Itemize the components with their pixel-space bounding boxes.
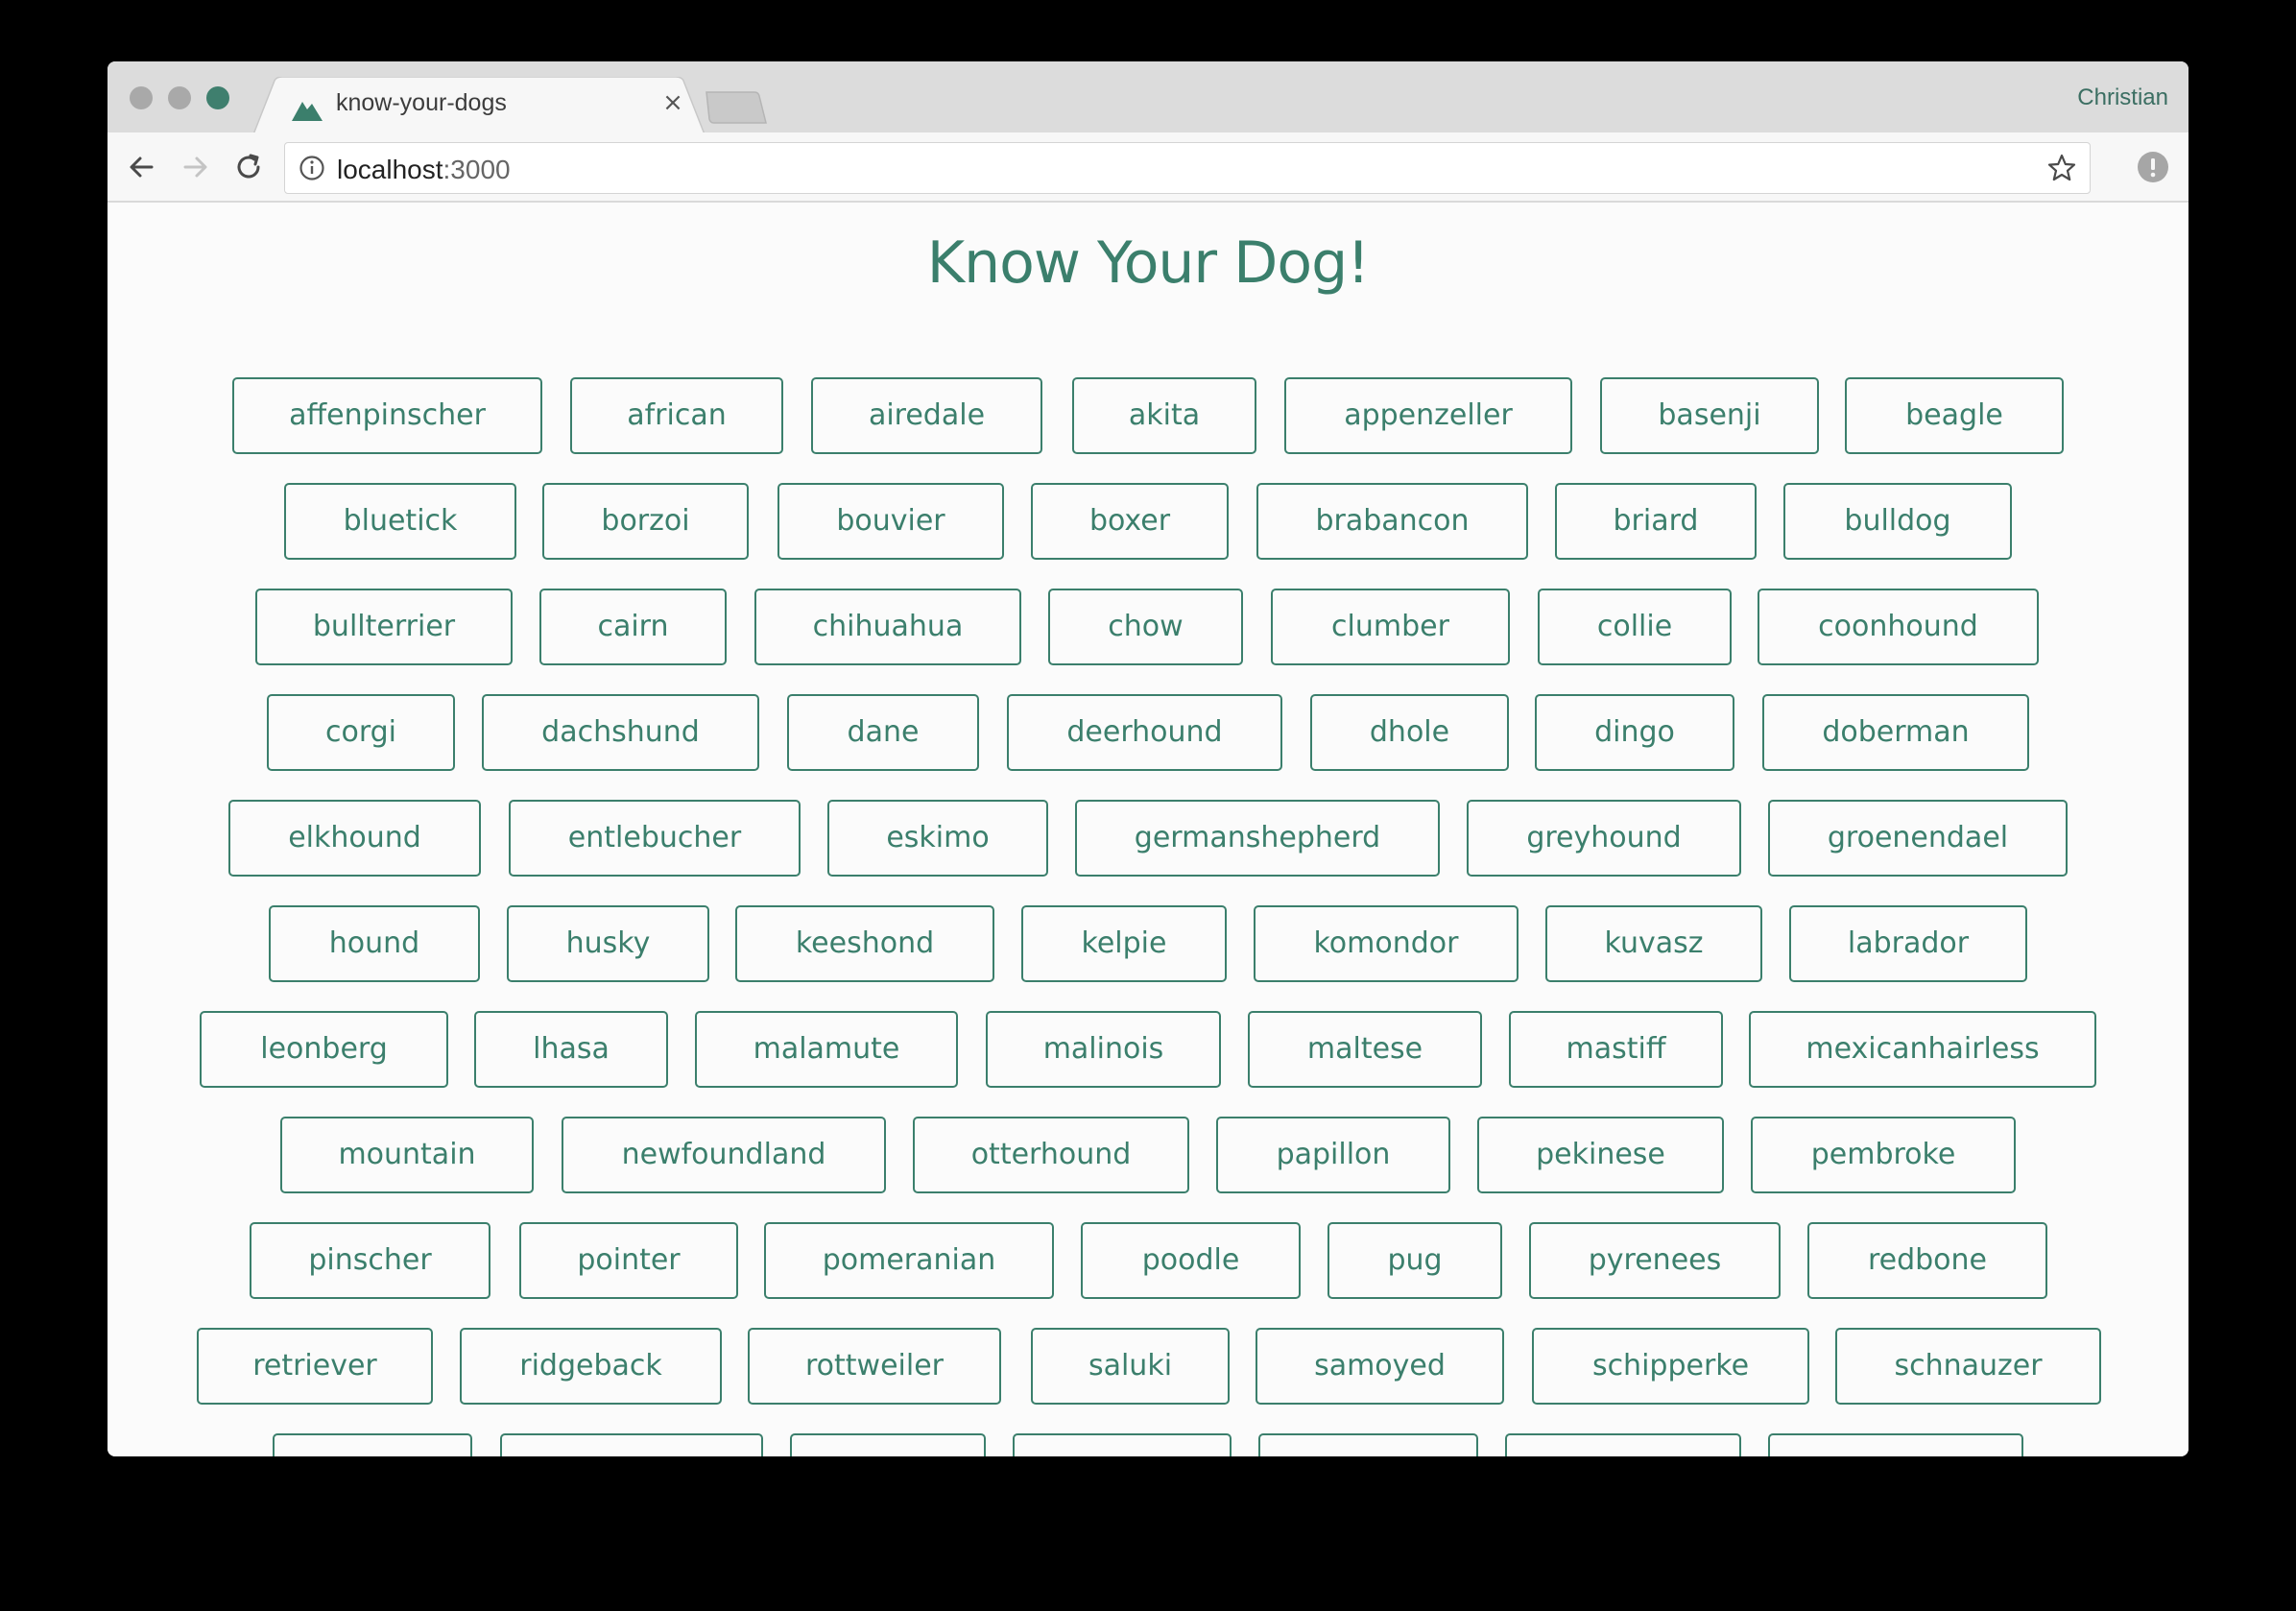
- breed-button-deerhound[interactable]: deerhound: [1007, 694, 1282, 771]
- breed-button-samoyed[interactable]: samoyed: [1256, 1328, 1504, 1405]
- breed-button-bluetick[interactable]: bluetick: [284, 483, 516, 560]
- breed-button-schnauzer[interactable]: schnauzer: [1835, 1328, 2101, 1405]
- breed-button-chow[interactable]: chow: [1048, 589, 1243, 665]
- breed-button-dachshund[interactable]: dachshund: [482, 694, 759, 771]
- breed-button-bouvier[interactable]: bouvier: [777, 483, 1004, 560]
- close-window-button[interactable]: [130, 86, 153, 109]
- breed-button-otterhound[interactable]: otterhound: [913, 1117, 1189, 1193]
- back-arrow-icon[interactable]: [123, 148, 161, 186]
- tab-title: know-your-dogs: [336, 89, 507, 116]
- breed-button-bulldog[interactable]: bulldog: [1783, 483, 2012, 560]
- breed-button-kelpie[interactable]: kelpie: [1021, 905, 1227, 982]
- breed-button-saluki[interactable]: saluki: [1031, 1328, 1230, 1405]
- breed-button-brabancon[interactable]: brabancon: [1256, 483, 1528, 560]
- breed-button-leonberg[interactable]: leonberg: [200, 1011, 448, 1088]
- breed-button-setter[interactable]: setter: [273, 1433, 472, 1456]
- page-content: Know Your Dog! affenpinscher african aired…: [108, 203, 2188, 1456]
- breed-button-spaniel[interactable]: spaniel: [1258, 1433, 1478, 1456]
- bookmark-star-icon[interactable]: [2047, 154, 2076, 182]
- breed-button-pembroke[interactable]: pembroke: [1751, 1117, 2016, 1193]
- extension-alert-icon[interactable]: [2137, 151, 2169, 183]
- breed-button-doberman[interactable]: doberman: [1762, 694, 2029, 771]
- breed-button-hound[interactable]: hound: [269, 905, 480, 982]
- tab-strip: know-your-dogs × Christian: [108, 61, 2188, 134]
- breed-button-springer[interactable]: springer: [1505, 1433, 1741, 1456]
- breed-button-pyrenees[interactable]: pyrenees: [1529, 1222, 1781, 1299]
- minimize-window-button[interactable]: [168, 86, 191, 109]
- breed-button-retriever[interactable]: retriever: [197, 1328, 433, 1405]
- breed-button-pinscher[interactable]: pinscher: [250, 1222, 490, 1299]
- breed-button-briard[interactable]: briard: [1555, 483, 1757, 560]
- breed-button-akita[interactable]: akita: [1072, 377, 1256, 454]
- breed-button-germanshepherd[interactable]: germanshepherd: [1075, 800, 1440, 877]
- breed-button-bullterrier[interactable]: bullterrier: [255, 589, 513, 665]
- breed-button-pug[interactable]: pug: [1327, 1222, 1502, 1299]
- breed-button-husky[interactable]: husky: [507, 905, 709, 982]
- breed-button-pointer[interactable]: pointer: [519, 1222, 738, 1299]
- breed-button-maltese[interactable]: maltese: [1248, 1011, 1482, 1088]
- breed-button-papillon[interactable]: papillon: [1216, 1117, 1450, 1193]
- address-bar[interactable]: localhost:3000: [284, 142, 2091, 194]
- breed-button-eskimo[interactable]: eskimo: [827, 800, 1048, 877]
- close-tab-icon[interactable]: ×: [658, 88, 687, 117]
- url-text[interactable]: localhost:3000: [337, 155, 511, 185]
- breed-button-grid: affenpinscher african airedale akita appenze…: [108, 203, 2188, 1456]
- breed-button-coonhound[interactable]: coonhound: [1758, 589, 2039, 665]
- breed-button-boxer[interactable]: boxer: [1031, 483, 1229, 560]
- breed-button-airedale[interactable]: airedale: [811, 377, 1042, 454]
- breed-button-shihtzu[interactable]: shihtzu: [1013, 1433, 1232, 1456]
- breed-button-labrador[interactable]: labrador: [1789, 905, 2027, 982]
- breed-button-appenzeller[interactable]: appenzeller: [1284, 377, 1572, 454]
- breed-button-borzoi[interactable]: borzoi: [542, 483, 749, 560]
- breed-button-shiba[interactable]: shiba: [790, 1433, 986, 1456]
- breed-button-pomeranian[interactable]: pomeranian: [764, 1222, 1054, 1299]
- breed-button-stbernard[interactable]: stbernard: [1768, 1433, 2023, 1456]
- breed-button-clumber[interactable]: clumber: [1271, 589, 1510, 665]
- forward-arrow-icon[interactable]: [176, 148, 214, 186]
- breed-button-malinois[interactable]: malinois: [986, 1011, 1221, 1088]
- tab-know-your-dogs[interactable]: know-your-dogs ×: [253, 77, 705, 134]
- breed-button-elkhound[interactable]: elkhound: [228, 800, 481, 877]
- breed-button-newfoundland[interactable]: newfoundland: [562, 1117, 886, 1193]
- breed-button-ridgeback[interactable]: ridgeback: [460, 1328, 722, 1405]
- breed-button-komondor[interactable]: komondor: [1254, 905, 1519, 982]
- breed-button-entlebucher[interactable]: entlebucher: [509, 800, 801, 877]
- breed-button-rottweiler[interactable]: rottweiler: [748, 1328, 1001, 1405]
- breed-button-lhasa[interactable]: lhasa: [474, 1011, 668, 1088]
- breed-button-dingo[interactable]: dingo: [1535, 694, 1734, 771]
- breed-button-schipperke[interactable]: schipperke: [1532, 1328, 1809, 1405]
- breed-button-corgi[interactable]: corgi: [267, 694, 455, 771]
- breed-button-poodle[interactable]: poodle: [1081, 1222, 1301, 1299]
- mountain-icon: [292, 102, 323, 121]
- browser-toolbar: localhost:3000: [108, 132, 2188, 203]
- breed-button-kuvasz[interactable]: kuvasz: [1545, 905, 1762, 982]
- breed-button-african[interactable]: african: [570, 377, 783, 454]
- breed-button-pekinese[interactable]: pekinese: [1477, 1117, 1724, 1193]
- breed-button-groenendael[interactable]: groenendael: [1768, 800, 2068, 877]
- breed-button-beagle[interactable]: beagle: [1845, 377, 2064, 454]
- reload-icon[interactable]: [229, 148, 268, 186]
- breed-button-sheepdog[interactable]: sheepdog: [500, 1433, 763, 1456]
- browser-window: know-your-dogs × Christian localhost:300…: [108, 61, 2188, 1456]
- breed-button-mountain[interactable]: mountain: [280, 1117, 534, 1193]
- breed-button-collie[interactable]: collie: [1538, 589, 1732, 665]
- breed-button-chihuahua[interactable]: chihuahua: [754, 589, 1021, 665]
- breed-button-redbone[interactable]: redbone: [1807, 1222, 2047, 1299]
- url-port: :3000: [442, 155, 511, 184]
- breed-button-malamute[interactable]: malamute: [695, 1011, 958, 1088]
- url-host: localhost: [337, 155, 443, 184]
- info-icon[interactable]: [299, 155, 325, 181]
- breed-button-cairn[interactable]: cairn: [539, 589, 727, 665]
- profile-name[interactable]: Christian: [2077, 84, 2168, 111]
- breed-button-dane[interactable]: dane: [787, 694, 979, 771]
- breed-button-dhole[interactable]: dhole: [1310, 694, 1509, 771]
- maximize-window-button[interactable]: [206, 86, 229, 109]
- breed-button-mexicanhairless[interactable]: mexicanhairless: [1749, 1011, 2096, 1088]
- breed-button-affenpinscher[interactable]: affenpinscher: [232, 377, 542, 454]
- breed-button-greyhound[interactable]: greyhound: [1467, 800, 1741, 877]
- breed-button-basenji[interactable]: basenji: [1600, 377, 1819, 454]
- breed-button-mastiff[interactable]: mastiff: [1509, 1011, 1723, 1088]
- new-tab-button[interactable]: [703, 90, 770, 125]
- breed-button-keeshond[interactable]: keeshond: [735, 905, 994, 982]
